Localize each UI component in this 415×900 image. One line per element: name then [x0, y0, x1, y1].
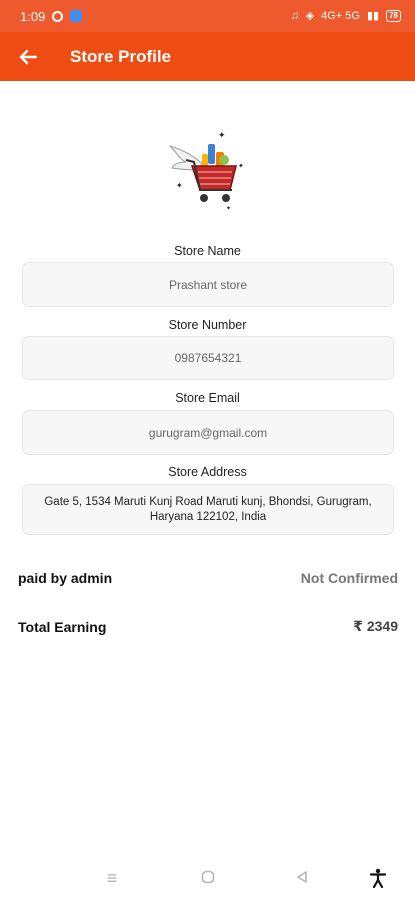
status-right: ♫ ◈ 4G+ 5G ▮▮ 78 [290, 10, 401, 22]
svg-text:✦: ✦ [238, 162, 244, 170]
cloud-app-icon [70, 10, 83, 22]
status-time: 1:09 [20, 8, 46, 24]
signal-text-icon: 4G+ 5G [321, 9, 360, 22]
svg-text:✦: ✦ [218, 131, 226, 141]
store-name-label: Store Name [174, 244, 241, 258]
svg-text:✦: ✦ [176, 181, 183, 190]
status-left: 1:09 [20, 8, 83, 24]
vibrate-icon: ◈ [305, 9, 315, 22]
home-circle-icon[interactable] [196, 868, 220, 889]
menu-icon[interactable]: ≡ [100, 868, 124, 889]
arrow-left-icon-svg [19, 49, 37, 64]
store-number-field[interactable]: 0987654321 [22, 336, 394, 380]
arrow-left-icon[interactable] [0, 32, 56, 81]
payment-status-row: paid by admin Not Confirmed [18, 570, 398, 586]
total-earning-label: Total Earning [18, 618, 107, 635]
payment-label: paid by admin [18, 570, 113, 586]
store-address-field[interactable]: Gate 5, 1534 Maruti Kunj Road Maruti kun… [22, 484, 394, 535]
app-bar: Store Profile [0, 32, 415, 81]
headphones-icon: ♫ [290, 9, 299, 22]
signal-bars-icon: ▮▮ [366, 9, 380, 22]
payment-status-value: Not Confirmed [300, 570, 398, 586]
accessibility-icon[interactable] [366, 868, 390, 894]
total-earning-value: ₹ 2349 [353, 618, 398, 634]
triangle-back-icon[interactable] [290, 868, 314, 889]
store-name-field[interactable]: Prashant store [22, 262, 394, 307]
battery-icon: 78 [386, 10, 401, 22]
store-email-field[interactable]: gurugram@gmail.com [22, 410, 394, 455]
page-title: Store Profile [70, 46, 172, 66]
shopping-cart-with-wings-icon: ✦ ✦ ✦ ✦ [162, 126, 252, 212]
system-nav-bar: ≡ [0, 860, 415, 900]
total-earning-row: Total Earning ₹ 2349 [18, 618, 398, 635]
svg-text:✦: ✦ [226, 205, 231, 212]
location-icon [52, 10, 64, 22]
status-bar: 1:09 ♫ ◈ 4G+ 5G ▮▮ 78 [0, 0, 415, 32]
store-email-label: Store Email [175, 391, 240, 405]
store-address-label: Store Address [168, 465, 247, 479]
store-number-label: Store Number [168, 318, 247, 332]
